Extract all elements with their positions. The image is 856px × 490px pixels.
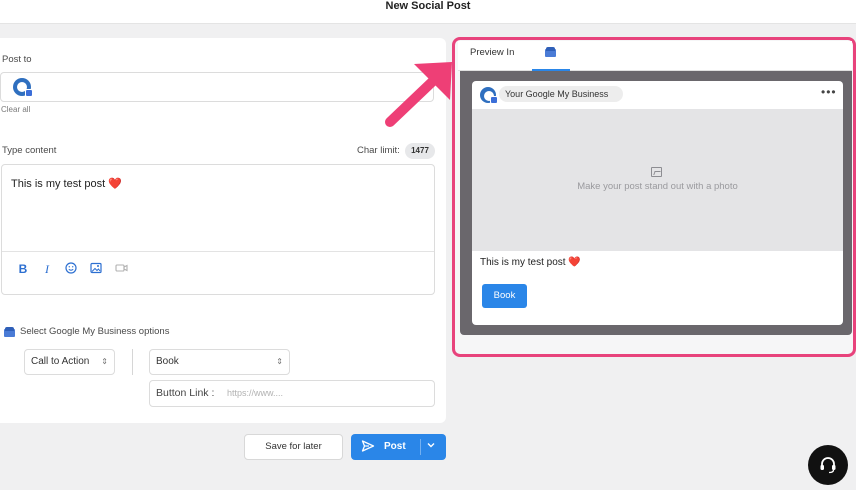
account-avatar[interactable]: [13, 78, 33, 97]
top-bar: New Social Post: [0, 0, 856, 24]
post-to-selector[interactable]: [0, 72, 434, 102]
button-link-input[interactable]: https://www....: [227, 388, 283, 398]
editor-toolbar: B I: [2, 251, 434, 294]
preview-in-label: Preview In: [470, 47, 515, 58]
bold-icon[interactable]: B: [16, 262, 30, 276]
type-content-label: Type content: [2, 145, 57, 156]
updown-chevron-icon: ⇕: [101, 357, 108, 366]
save-for-later-button[interactable]: Save for later: [244, 434, 343, 460]
content-text[interactable]: This is my test post ❤️: [11, 177, 122, 190]
divider: [132, 349, 133, 375]
post-to-label: Post to: [2, 54, 32, 65]
call-to-action-select[interactable]: Call to Action ⇕: [24, 349, 115, 375]
headset-icon: [820, 457, 836, 474]
gmb-options-label: Select Google My Business options: [20, 326, 170, 337]
page-title: New Social Post: [385, 0, 471, 12]
photo-placeholder: [472, 109, 843, 251]
gmb-badge-icon: [490, 96, 498, 104]
more-options-icon[interactable]: •••: [821, 85, 837, 99]
content-editor[interactable]: This is my test post ❤️ B I: [1, 164, 435, 295]
post-button[interactable]: Post: [351, 434, 446, 460]
preview-post-text: This is my test post ❤️: [480, 257, 581, 268]
chevron-down-icon[interactable]: [426, 440, 436, 452]
preview-account-avatar: [480, 87, 498, 104]
gmb-icon: [545, 47, 556, 57]
italic-icon[interactable]: I: [40, 262, 54, 276]
preview-tabs: Preview In: [458, 41, 852, 71]
updown-chevron-icon: ⇕: [276, 357, 283, 366]
char-limit-label: Char limit:: [357, 145, 400, 156]
preview-post-body: This is my test post: [480, 257, 566, 268]
clear-all-link[interactable]: Clear all: [1, 105, 30, 114]
emoji-icon[interactable]: [64, 262, 78, 276]
call-to-action-value: Call to Action: [31, 356, 90, 367]
image-icon[interactable]: [89, 262, 103, 276]
image-placeholder-icon: [651, 167, 662, 177]
action-value: Book: [156, 356, 179, 367]
heart-emoji: ❤️: [108, 178, 122, 190]
book-button[interactable]: Book: [482, 284, 527, 308]
char-limit-badge: 1477: [405, 143, 435, 159]
photo-prompt-text: Make your post stand out with a photo: [577, 181, 738, 192]
support-chat-button[interactable]: [808, 445, 848, 485]
gmb-badge-icon: [25, 89, 33, 97]
annotation-arrow-icon: [385, 62, 452, 127]
button-link-field[interactable]: Button Link : https://www....: [149, 380, 435, 407]
heart-emoji: ❤️: [568, 257, 581, 268]
button-link-label: Button Link :: [156, 387, 215, 399]
action-value-select[interactable]: Book ⇕: [149, 349, 290, 375]
divider: [420, 439, 421, 455]
send-icon: [361, 439, 375, 456]
tab-google-my-business[interactable]: [532, 41, 570, 71]
post-button-label: Post: [384, 441, 406, 452]
gmb-icon: [4, 327, 15, 337]
preview-account-name: Your Google My Business: [499, 86, 623, 102]
video-icon[interactable]: [114, 262, 128, 276]
content-text-body: This is my test post: [11, 178, 106, 190]
